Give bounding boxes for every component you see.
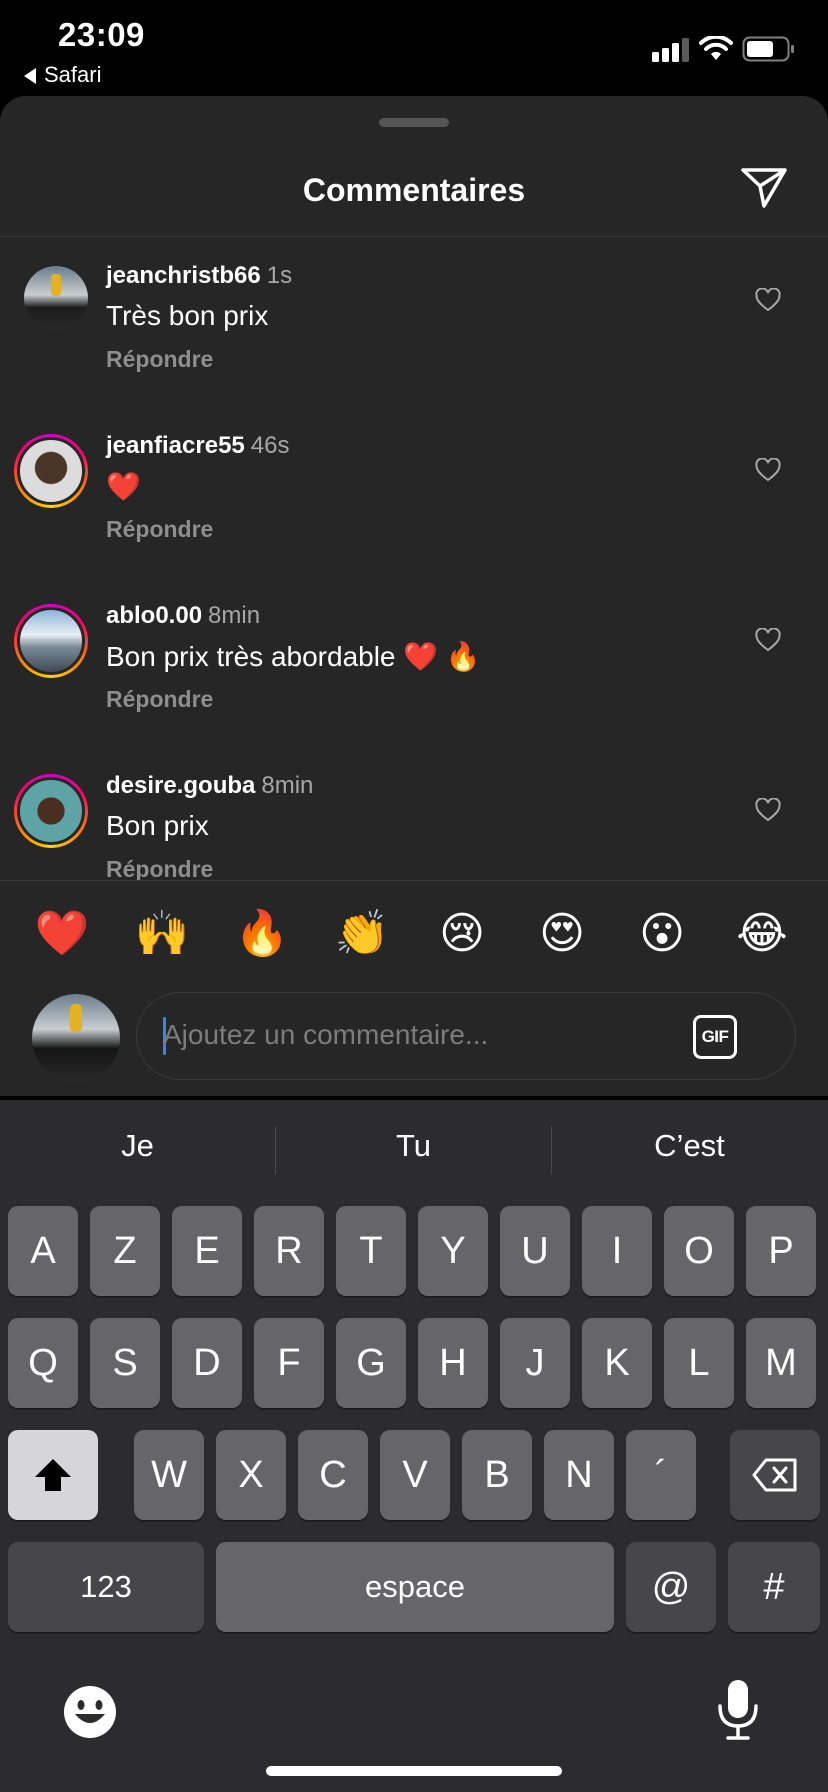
- key-o[interactable]: O: [664, 1206, 734, 1296]
- key-e[interactable]: E: [172, 1206, 242, 1296]
- comment-item: jeanfiacre55 46s ❤️ Répondre: [0, 432, 828, 604]
- key-g[interactable]: G: [336, 1318, 406, 1408]
- comment-text: Très bon prix: [106, 300, 269, 331]
- reply-button[interactable]: Répondre: [106, 346, 213, 373]
- heart-icon[interactable]: [755, 628, 781, 652]
- key-v[interactable]: V: [380, 1430, 450, 1520]
- reaction-heart-eyes[interactable]: 😍: [532, 904, 592, 964]
- key-m[interactable]: M: [746, 1318, 816, 1408]
- space-key[interactable]: espace: [216, 1542, 614, 1632]
- suggestion-1[interactable]: Je: [0, 1128, 275, 1164]
- reply-button[interactable]: Répondre: [106, 516, 213, 543]
- key-acute-accent[interactable]: ´: [626, 1430, 696, 1520]
- key-u[interactable]: U: [500, 1206, 570, 1296]
- avatar[interactable]: [24, 266, 88, 330]
- header-divider: [0, 236, 828, 237]
- comment-time: 1s: [266, 262, 293, 289]
- key-i[interactable]: I: [582, 1206, 652, 1296]
- reaction-heart[interactable]: ❤️: [32, 904, 92, 964]
- key-n[interactable]: N: [544, 1430, 614, 1520]
- key-p[interactable]: P: [746, 1206, 816, 1296]
- comments-sheet: Commentaires jeanchristb66 1s Très bon pr…: [0, 96, 828, 1096]
- comment-time: 8min: [208, 602, 261, 629]
- key-l[interactable]: L: [664, 1318, 734, 1408]
- reaction-clap[interactable]: 👏: [332, 904, 392, 964]
- comment-username[interactable]: desire.gouba 8min: [106, 774, 313, 800]
- key-f[interactable]: F: [254, 1318, 324, 1408]
- status-time: 23:09: [58, 16, 145, 53]
- key-s[interactable]: S: [90, 1318, 160, 1408]
- cellular-signal-icon: [652, 38, 689, 62]
- reaction-fire[interactable]: 🔥: [232, 904, 292, 964]
- hash-key[interactable]: #: [728, 1542, 820, 1632]
- comment-input[interactable]: Ajoutez un commentaire... GIF: [136, 992, 796, 1080]
- reaction-raised-hands[interactable]: 🙌: [132, 904, 192, 964]
- status-bar: 23:09 Safari: [0, 0, 828, 96]
- avatar[interactable]: [14, 604, 88, 678]
- emoji-keyboard-icon[interactable]: [62, 1684, 118, 1740]
- key-c[interactable]: C: [298, 1430, 368, 1520]
- reaction-laughing[interactable]: 😂: [732, 904, 792, 964]
- gif-button[interactable]: GIF: [693, 1015, 737, 1059]
- suggestion-3[interactable]: C’est: [552, 1128, 827, 1164]
- key-d[interactable]: D: [172, 1318, 242, 1408]
- sheet-grabber[interactable]: [379, 118, 449, 127]
- current-user-avatar: [32, 994, 120, 1082]
- comment-username[interactable]: jeanchristb66 1s: [106, 262, 292, 290]
- comment-text: Bon prix très abordable ❤️ 🔥: [106, 641, 481, 672]
- heart-icon[interactable]: [755, 798, 781, 822]
- comment-time: 46s: [250, 432, 290, 459]
- comment-item: desire.gouba 8min Bon prix Répondre: [0, 774, 828, 880]
- heart-icon[interactable]: [755, 458, 781, 482]
- delete-key[interactable]: [730, 1430, 820, 1520]
- reply-button[interactable]: Répondre: [106, 856, 213, 880]
- comment-item: ablo0.00 8min Bon prix très abordable ❤️ …: [0, 602, 828, 774]
- backspace-icon: [752, 1458, 797, 1492]
- comment-item: jeanchristb66 1s Très bon prix Répondre: [0, 262, 828, 434]
- key-x[interactable]: X: [216, 1430, 286, 1520]
- key-w[interactable]: W: [134, 1430, 204, 1520]
- microphone-icon[interactable]: [716, 1678, 760, 1742]
- reply-button[interactable]: Répondre: [106, 686, 213, 713]
- home-indicator[interactable]: [266, 1766, 562, 1776]
- heart-icon[interactable]: [755, 288, 781, 312]
- reactions-divider: [0, 880, 828, 881]
- comment-username[interactable]: ablo0.00 8min: [106, 602, 260, 630]
- shift-arrow-icon: [35, 1459, 71, 1491]
- comment-text: Bon prix: [106, 810, 209, 841]
- reaction-crying[interactable]: 😢: [432, 904, 492, 964]
- avatar[interactable]: [14, 434, 88, 508]
- key-t[interactable]: T: [336, 1206, 406, 1296]
- comment-text: ❤️: [106, 471, 141, 502]
- at-key[interactable]: @: [626, 1542, 716, 1632]
- page-title: Commentaires: [302, 172, 526, 208]
- key-r[interactable]: R: [254, 1206, 324, 1296]
- avatar[interactable]: [14, 774, 88, 848]
- key-z[interactable]: Z: [90, 1206, 160, 1296]
- key-h[interactable]: H: [418, 1318, 488, 1408]
- battery-icon: [742, 36, 794, 62]
- key-q[interactable]: Q: [8, 1318, 78, 1408]
- suggestion-2[interactable]: Tu: [276, 1128, 551, 1164]
- back-app-label: Safari: [44, 62, 102, 87]
- key-y[interactable]: Y: [418, 1206, 488, 1296]
- key-k[interactable]: K: [582, 1318, 652, 1408]
- key-j[interactable]: J: [500, 1318, 570, 1408]
- comment-time: 8min: [261, 774, 314, 799]
- numbers-key[interactable]: 123: [8, 1542, 204, 1632]
- key-a[interactable]: A: [8, 1206, 78, 1296]
- back-to-app-link[interactable]: Safari: [24, 62, 101, 88]
- comment-input-placeholder: Ajoutez un commentaire...: [163, 1019, 489, 1050]
- shift-key[interactable]: [8, 1430, 98, 1520]
- reaction-surprised[interactable]: 😮: [632, 904, 692, 964]
- keyboard: Je Tu C’est A Z E R T Y U I O P Q S D F …: [0, 1100, 828, 1792]
- key-b[interactable]: B: [462, 1430, 532, 1520]
- back-arrow-icon: [24, 68, 36, 85]
- wifi-icon: [699, 36, 733, 60]
- paper-plane-icon[interactable]: [740, 166, 788, 210]
- comment-username[interactable]: jeanfiacre55 46s: [106, 432, 289, 460]
